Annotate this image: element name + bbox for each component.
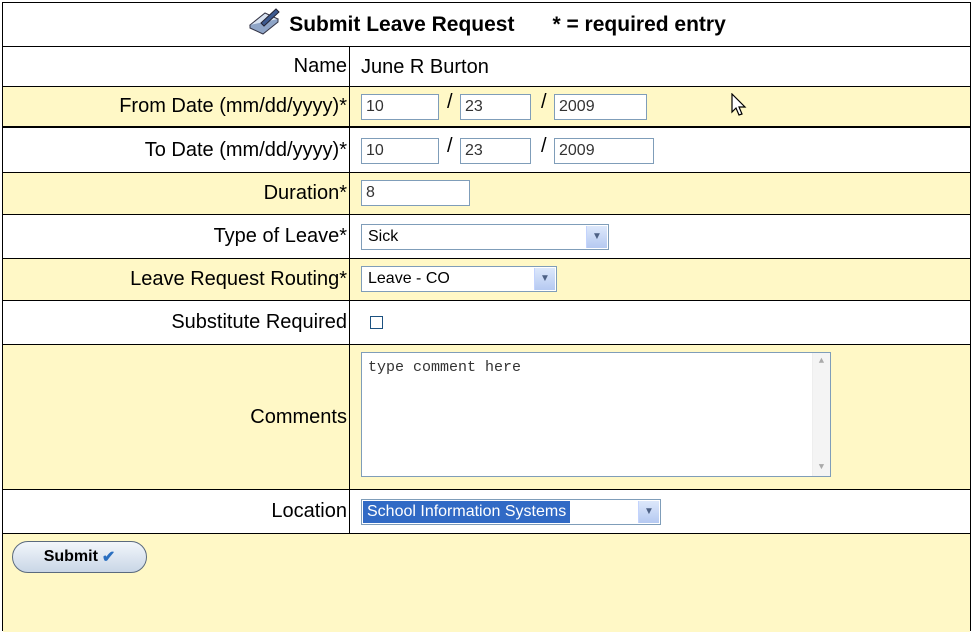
- scroll-down-icon[interactable]: ▼: [814, 460, 829, 475]
- chevron-down-icon[interactable]: ▼: [638, 501, 659, 523]
- to-day-input[interactable]: 23: [460, 138, 531, 164]
- leave-request-form: Submit Leave Request * = required entry …: [2, 2, 971, 632]
- substitute-row: Substitute Required: [3, 301, 970, 345]
- from-year-input[interactable]: 2009: [554, 94, 647, 120]
- comments-placeholder: type comment here: [368, 359, 522, 376]
- form-header: Submit Leave Request * = required entry: [3, 3, 970, 47]
- checkmark-icon: ✔: [101, 549, 116, 566]
- location-selected: School Information Systems: [363, 501, 571, 523]
- name-value: June R Burton: [361, 56, 489, 78]
- date-separator: /: [447, 91, 453, 113]
- to-year-input[interactable]: 2009: [554, 138, 654, 164]
- routing-label: Leave Request Routing*: [3, 259, 350, 300]
- duration-row: Duration* 8: [3, 173, 970, 215]
- from-date-row: From Date (mm/dd/yyyy)* 10 / 23 / 2009: [3, 87, 970, 127]
- from-month-input[interactable]: 10: [361, 94, 439, 120]
- required-note: * = required entry: [552, 12, 726, 36]
- duration-input[interactable]: 8: [361, 180, 470, 206]
- form-title: Submit Leave Request: [289, 12, 515, 36]
- comments-row: Comments type comment here ▲ ▼: [3, 345, 970, 490]
- name-label: Name: [3, 47, 350, 86]
- date-separator: /: [541, 135, 547, 157]
- leave-type-select[interactable]: Sick ▼: [361, 224, 609, 250]
- routing-selected: Leave - CO: [368, 270, 450, 287]
- location-row: Location School Information Systems ▼: [3, 490, 970, 534]
- scroll-up-icon[interactable]: ▲: [814, 354, 829, 369]
- chevron-down-icon[interactable]: ▼: [586, 226, 607, 248]
- from-date-label: From Date (mm/dd/yyyy)*: [3, 87, 350, 126]
- leave-type-row: Type of Leave* Sick ▼: [3, 215, 970, 259]
- substitute-label: Substitute Required: [3, 301, 350, 344]
- submit-label: Submit: [43, 548, 98, 565]
- location-label: Location: [3, 490, 350, 533]
- date-separator: /: [541, 91, 547, 113]
- comments-scrollbar[interactable]: ▲ ▼: [812, 353, 830, 476]
- comments-label: Comments: [3, 345, 350, 489]
- to-date-row: To Date (mm/dd/yyyy)* 10 / 23 / 2009: [3, 127, 970, 173]
- actions-row: Submit ✔: [3, 534, 970, 632]
- pen-paper-icon: [249, 7, 280, 35]
- to-month-input[interactable]: 10: [361, 138, 439, 164]
- chevron-down-icon[interactable]: ▼: [534, 268, 555, 290]
- comments-textarea[interactable]: type comment here ▲ ▼: [361, 352, 831, 477]
- routing-select[interactable]: Leave - CO ▼: [361, 266, 557, 292]
- to-date-label: To Date (mm/dd/yyyy)*: [3, 128, 350, 172]
- substitute-checkbox[interactable]: [370, 316, 383, 329]
- mouse-cursor-icon: [731, 93, 747, 116]
- routing-row: Leave Request Routing* Leave - CO ▼: [3, 259, 970, 301]
- leave-type-selected: Sick: [368, 228, 399, 245]
- location-select[interactable]: School Information Systems ▼: [361, 499, 661, 525]
- submit-button[interactable]: Submit ✔: [12, 541, 147, 573]
- name-row: Name June R Burton: [3, 47, 970, 87]
- leave-type-label: Type of Leave*: [3, 215, 350, 258]
- date-separator: /: [447, 135, 453, 157]
- duration-label: Duration*: [3, 173, 350, 214]
- from-day-input[interactable]: 23: [460, 94, 531, 120]
